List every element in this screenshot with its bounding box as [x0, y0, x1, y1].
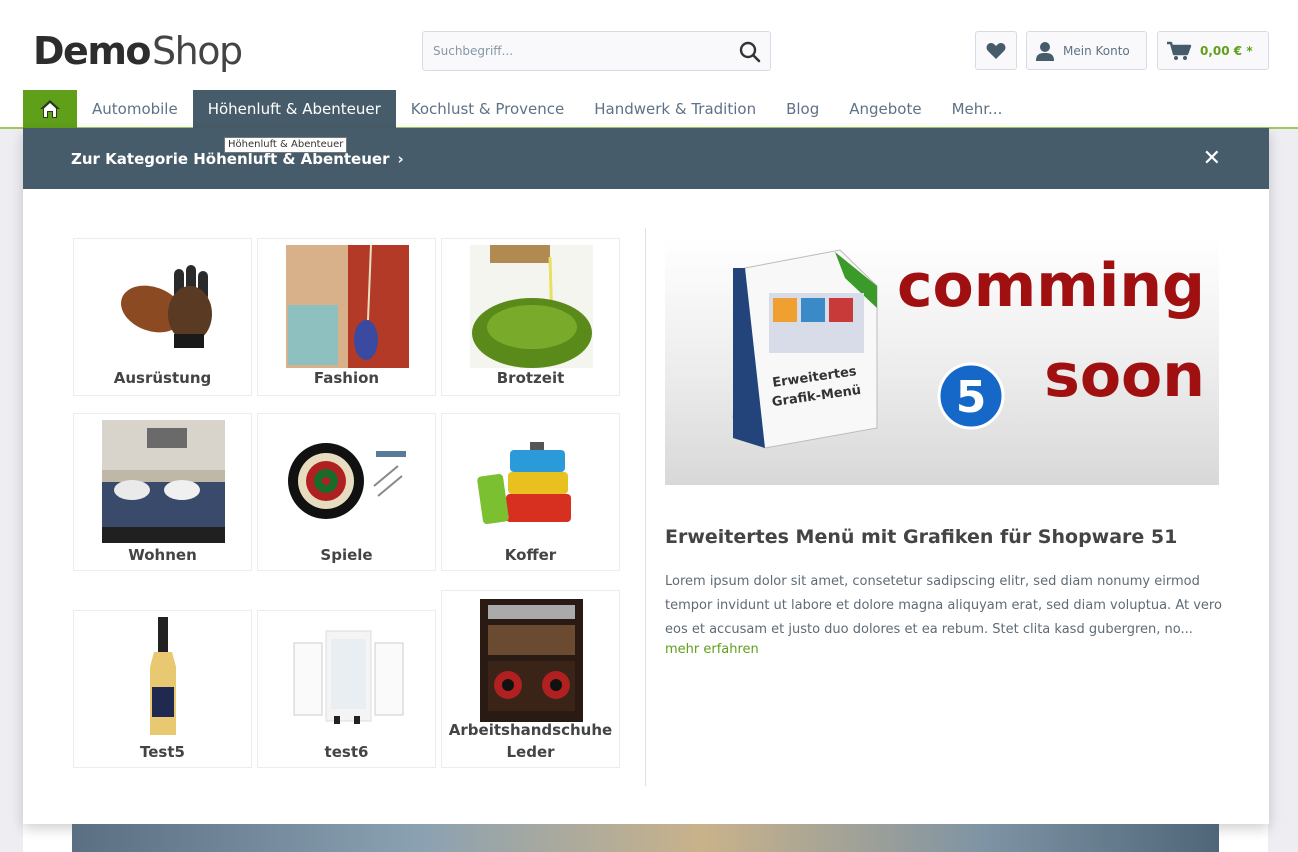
heart-icon	[986, 42, 1006, 59]
search-button[interactable]	[738, 40, 762, 64]
tile-label: Fashion	[313, 369, 380, 387]
tile-test6[interactable]: test6	[257, 610, 436, 768]
nav-tooltip: Höhenluft & Abenteuer	[224, 137, 348, 153]
search-icon	[739, 41, 761, 63]
tile-test5[interactable]: Test5	[73, 610, 252, 768]
search-input[interactable]	[423, 32, 723, 70]
logo-bold-text: Demo	[33, 29, 152, 73]
dartboard-image	[288, 443, 406, 519]
tile-wohnen[interactable]: Wohnen	[73, 413, 252, 571]
tile-label-line2: Leder	[506, 743, 555, 761]
tile-arbeitshandschuhe[interactable]: Arbeitshandschuhe Leder	[441, 590, 620, 768]
tile-fashion[interactable]: Fashion	[257, 238, 436, 396]
wishlist-button[interactable]	[975, 31, 1017, 70]
tile-label: Test5	[140, 743, 185, 761]
tile-label: Ausrüstung	[113, 369, 212, 387]
nav-item-hoehenluft[interactable]: Höhenluft & Abenteuer	[192, 90, 396, 128]
mega-menu: Zur Kategorie Höhenluft & Abenteuer › ✕ A…	[23, 128, 1269, 824]
teaser-text: Lorem ipsum dolor sit amet, consetetur s…	[665, 574, 1222, 637]
nav-item-blog[interactable]: Blog	[771, 90, 834, 128]
tile-koffer[interactable]: Koffer	[441, 413, 620, 571]
user-icon	[1036, 41, 1054, 61]
search-box	[422, 31, 771, 71]
account-button[interactable]: Mein Konto	[1026, 31, 1147, 70]
fashion-image	[286, 245, 409, 368]
nav-home-button[interactable]	[23, 90, 77, 128]
banner-word-comming: comming	[897, 251, 1205, 321]
nav-item-kochlust[interactable]: Kochlust & Provence	[396, 90, 580, 128]
tile-brotzeit[interactable]: Brotzeit	[441, 238, 620, 396]
shop-logo[interactable]: DemoShop	[33, 29, 243, 73]
teaser-banner-graphic: Erweitertes Grafik-Menü comming soon 5	[732, 249, 1205, 449]
tile-label: Spiele	[320, 546, 373, 564]
tile-label-line1: Arbeitshandschuhe	[448, 721, 613, 739]
nav-item-handwerk[interactable]: Handwerk & Tradition	[579, 90, 771, 128]
chevron-right-icon: ›	[397, 149, 404, 168]
tile-label: Wohnen	[128, 546, 197, 564]
close-icon[interactable]: ✕	[1203, 146, 1221, 171]
nav-item-angebote[interactable]: Angebote	[834, 90, 936, 128]
jukebox-image	[480, 599, 583, 722]
mega-menu-header: Zur Kategorie Höhenluft & Abenteuer › ✕	[23, 128, 1269, 189]
teaser-more-link[interactable]: mehr erfahren	[665, 642, 759, 657]
hero-banner-peek	[72, 824, 1219, 852]
main-navigation: Automobile Höhenluft & Abenteuer Kochlus…	[23, 90, 1017, 128]
menu-divider	[645, 228, 646, 786]
banner-number: 5	[956, 372, 987, 423]
bottle-image	[150, 617, 176, 735]
tile-label: Brotzeit	[496, 369, 565, 387]
page-background-left	[0, 128, 23, 852]
brotzeit-image	[470, 245, 593, 368]
banner-word-soon: soon	[1044, 341, 1205, 411]
luggage-image	[477, 442, 571, 525]
account-label: Mein Konto	[1063, 43, 1130, 58]
teaser-title: Erweitertes Menü mit Grafiken für Shopwa…	[665, 526, 1178, 548]
tile-label: Koffer	[504, 546, 557, 564]
cart-icon	[1167, 41, 1192, 60]
wohnen-image	[102, 420, 225, 543]
teaser-banner[interactable]: Erweitertes Grafik-Menü comming soon 5	[665, 238, 1219, 485]
logo-light-text: Shop	[152, 29, 243, 73]
tile-label: test6	[324, 743, 369, 761]
tile-ausruestung[interactable]: Ausrüstung	[73, 238, 252, 396]
home-icon	[40, 100, 60, 118]
gloves-image	[121, 265, 212, 348]
page-background-right	[1268, 128, 1298, 852]
mirror-cabinet-image	[293, 630, 404, 724]
cart-total: 0,00 € *	[1200, 43, 1253, 58]
tile-spiele[interactable]: Spiele	[257, 413, 436, 571]
nav-item-mehr[interactable]: Mehr...	[937, 90, 1018, 128]
nav-item-automobile[interactable]: Automobile	[77, 90, 193, 128]
cart-button[interactable]: 0,00 € *	[1157, 31, 1269, 70]
